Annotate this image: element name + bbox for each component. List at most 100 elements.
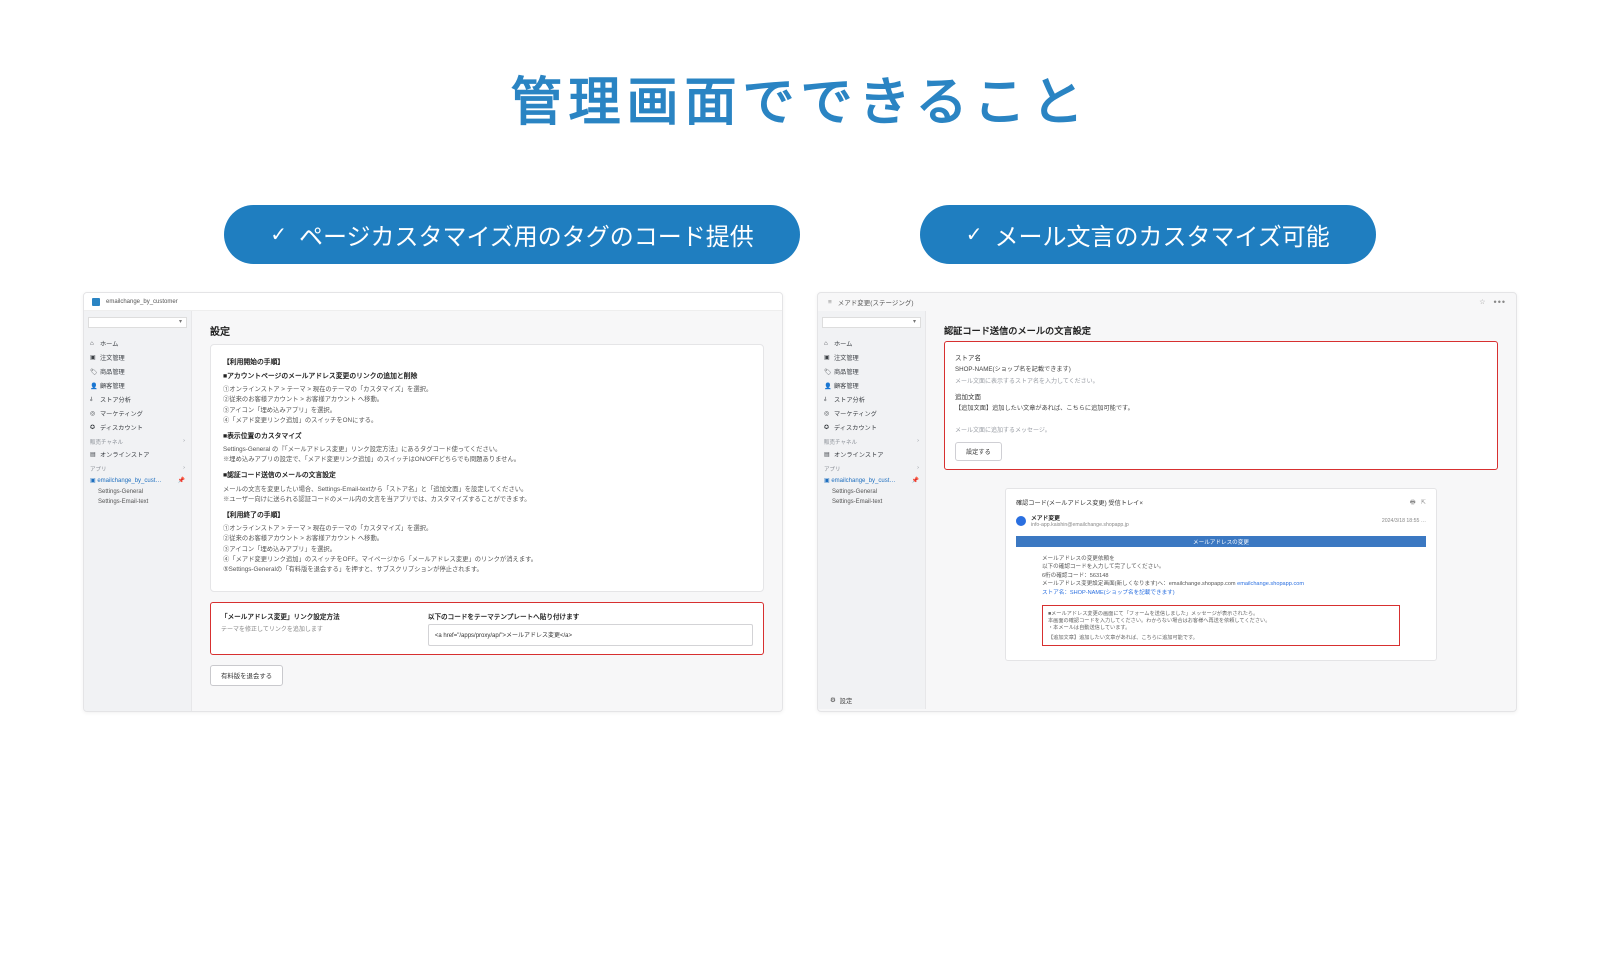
right-screenshot: ≡ メアド変更(ステージング) ☆ ••• ⌂ホーム ▣注文管理 🏷商品管理 👤…	[817, 292, 1517, 712]
sidebar-customers[interactable]: 👤顧客管理	[88, 378, 187, 392]
sidebar-settings-general[interactable]: Settings-General	[88, 487, 187, 497]
sidebar-products[interactable]: 🏷商品管理	[822, 364, 921, 378]
sidebar-settings-email-text[interactable]: Settings-Email-text	[822, 497, 921, 507]
marketing-icon: ◎	[824, 410, 830, 416]
extra-text-input[interactable]: 【追加文面】追加したい文章があれば、こちらに追加可能です。	[955, 401, 1487, 414]
sidebar: ⌂ホーム ▣注文管理 🏷商品管理 👤顧客管理 ⫰ストア分析 ◎マーケティング ✪…	[84, 311, 192, 711]
step: ④「メアド変更リンク追加」のスイッチをOFF。マイページから「メールアドレス変更…	[223, 555, 751, 565]
feature-pill-left-label: ページカスタマイズ用のタグのコード提供	[299, 217, 754, 252]
sender-name: メアド変更	[1031, 513, 1129, 522]
sidebar-analytics[interactable]: ⫰ストア分析	[88, 392, 187, 406]
tag-method-label: 「メールアドレス変更」リンク設定方法	[221, 611, 402, 621]
paragraph: メールの文言を変更したい場合、Settings-Email-textから「ストア…	[223, 485, 751, 495]
sidebar: ⌂ホーム ▣注文管理 🏷商品管理 👤顧客管理 ⫰ストア分析 ◎マーケティング ✪…	[818, 311, 926, 709]
step: ④「メアド変更リンク追加」のスイッチをONにする。	[223, 416, 751, 426]
tag-method-sub: テーマを修正してリンクを追加します	[221, 624, 402, 633]
feature-pill-right: ✓ メール文言のカスタマイズ可能	[920, 205, 1376, 264]
section-position-heading: ■表示位置のカスタマイズ	[223, 432, 751, 443]
customers-icon: 👤	[824, 382, 830, 388]
analytics-icon: ⫰	[90, 396, 96, 402]
section-start-title: 【利用開始の手順】	[223, 358, 751, 369]
check-icon: ✓	[966, 222, 983, 247]
orders-icon: ▣	[90, 354, 96, 360]
step: ③アイコン「埋め込みアプリ」を選択。	[223, 545, 751, 555]
sidebar-discounts[interactable]: ✪ディスカウント	[88, 420, 187, 434]
sender-address: info-app.kaishin@emailchange.shopapp.jp	[1031, 522, 1129, 528]
section-mailtext-heading: ■認証コード送信のメールの文言設定	[223, 471, 751, 482]
back-icon[interactable]: ≡	[828, 299, 832, 306]
sidebar-marketing[interactable]: ◎マーケティング	[822, 406, 921, 420]
tag-code-input[interactable]: <a href="/apps/proxy/ap/">メールアドレス変更</a>	[428, 624, 753, 646]
page-title: 管理画面でできること	[0, 60, 1600, 135]
left-screenshot: emailchange_by_customer ⌂ホーム ▣注文管理 🏷商品管理…	[83, 292, 783, 712]
email-body-line: メールアドレスの変更依頼を	[1042, 555, 1400, 563]
sidebar-discounts[interactable]: ✪ディスカウント	[822, 420, 921, 434]
sidebar-orders[interactable]: ▣注文管理	[88, 350, 187, 364]
customers-icon: 👤	[90, 382, 96, 388]
home-icon: ⌂	[90, 340, 96, 346]
app-icon	[92, 298, 100, 306]
email-date: 2024/3/18 18:55 …	[1382, 518, 1426, 524]
section-end-title: 【利用終了の手順】	[223, 511, 751, 522]
section-link-heading: ■アカウントページのメールアドレス変更のリンクの追加と削除	[223, 372, 751, 383]
products-icon: 🏷	[90, 368, 96, 374]
chevron-right-icon: ›	[183, 465, 185, 473]
store-selector[interactable]	[822, 317, 921, 328]
analytics-icon: ⫰	[824, 396, 830, 402]
store-name-label: ストア名	[955, 352, 1487, 362]
email-subject: 確認コード(メールアドレス変更) 受信トレイ×	[1016, 498, 1143, 507]
step: ①オンラインストア > テーマ > 現在のテーマの「カスタマイズ」を選択。	[223, 385, 751, 395]
sidebar-customers[interactable]: 👤顧客管理	[822, 378, 921, 392]
sidebar-settings-email-text[interactable]: Settings-Email-text	[88, 497, 187, 507]
store-selector[interactable]	[88, 317, 187, 328]
settings-card: 【利用開始の手順】 ■アカウントページのメールアドレス変更のリンクの追加と削除 …	[210, 344, 764, 592]
home-icon: ⌂	[824, 340, 830, 346]
sidebar-analytics[interactable]: ⫰ストア分析	[822, 392, 921, 406]
sidebar-marketing[interactable]: ◎マーケティング	[88, 406, 187, 420]
sidebar-app-link[interactable]: ▣ emailchange_by_cust…📌	[88, 474, 187, 487]
submit-button[interactable]: 設定する	[955, 442, 1002, 461]
email-title-bar: メールアドレスの変更	[1016, 536, 1426, 547]
pin-icon[interactable]: ☆	[1479, 298, 1485, 306]
paragraph: ※ユーザー向けに送られる認証コードのメール内の文言を当アプリでは、カスタマイズす…	[223, 495, 751, 505]
feature-pill-left: ✓ ページカスタマイズ用のタグのコード提供	[224, 205, 800, 264]
email-store-line: ストア名：SHOP-NAME(ショップ名を記載できます)	[1042, 589, 1400, 597]
store-name-input[interactable]: SHOP-NAME(ショップ名を記載できます)	[955, 362, 1487, 375]
pin-icon: 📌	[178, 477, 185, 484]
step: ⑤Settings-Generalの「有料版を退会する」を押すと、サブスクリプシ…	[223, 565, 751, 575]
step: ②従来のお客様アカウント > お客様アカウント へ移動。	[223, 395, 751, 405]
sidebar-settings[interactable]: ⚙設定	[826, 688, 856, 705]
email-preview: 確認コード(メールアドレス変更) 受信トレイ× 🖶 ⇱ メアド変更 info-a…	[1005, 488, 1437, 661]
extra-text-label: 追加文面	[955, 391, 1487, 401]
sidebar-home[interactable]: ⌂ホーム	[88, 336, 187, 350]
tag-code-callout: 「メールアドレス変更」リンク設定方法 テーマを修正してリンクを追加します 以下の…	[210, 602, 764, 655]
chevron-right-icon: ›	[917, 438, 919, 446]
sidebar-home[interactable]: ⌂ホーム	[822, 336, 921, 350]
cancel-subscription-button[interactable]: 有料版を退会する	[210, 665, 283, 686]
discounts-icon: ✪	[824, 424, 830, 430]
sidebar-online-store[interactable]: ▤オンラインストア	[88, 447, 187, 461]
store-name-hint: メール文面に表示するストア名を入力してください。	[955, 375, 1487, 389]
sidebar-online-store[interactable]: ▤オンラインストア	[822, 447, 921, 461]
sidebar-app-link[interactable]: ▣ emailchange_by_cust…📌	[822, 474, 921, 487]
extra-text-hint: メール文面に追加するメッセージ。	[955, 424, 1487, 438]
feature-pill-right-label: メール文言のカスタマイズ可能	[995, 217, 1330, 252]
tag-code-label: 以下のコードをテーマテンプレートへ貼り付けます	[428, 611, 753, 621]
store-icon: ▤	[90, 451, 96, 457]
store-icon: ▤	[824, 451, 830, 457]
paragraph: Settings-General の『「メールアドレス変更」リンク設定方法』にあ…	[223, 445, 751, 455]
step: ①オンラインストア > テーマ > 現在のテーマの「カスタマイズ」を選択。	[223, 524, 751, 534]
breadcrumb: メアド変更(ステージング)	[838, 297, 914, 307]
sidebar-orders[interactable]: ▣注文管理	[822, 350, 921, 364]
chevron-right-icon: ›	[917, 465, 919, 473]
email-body-line: 6桁の確認コード：563148	[1042, 572, 1400, 580]
sidebar-products[interactable]: 🏷商品管理	[88, 364, 187, 378]
email-text-form: ストア名 SHOP-NAME(ショップ名を記載できます) メール文面に表示するス…	[944, 341, 1498, 470]
sender-avatar	[1016, 516, 1026, 526]
orders-icon: ▣	[824, 354, 830, 360]
email-text-heading: 認証コード送信のメールの文言設定	[944, 321, 1498, 341]
more-icon[interactable]: •••	[1494, 297, 1506, 307]
sidebar-settings-general[interactable]: Settings-General	[822, 487, 921, 497]
products-icon: 🏷	[824, 368, 830, 374]
pin-icon: 📌	[912, 477, 919, 484]
